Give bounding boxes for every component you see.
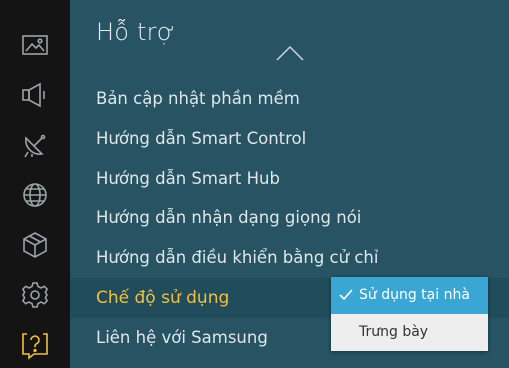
option-store-demo[interactable]: Trưng bày <box>331 314 488 351</box>
option-label: Sử dụng tại nhà <box>359 287 470 303</box>
menu-item-smart-control-guide[interactable]: Hướng dẫn Smart Control <box>96 119 509 159</box>
check-icon <box>339 289 353 301</box>
page-title: Hỗ trợ <box>96 18 176 46</box>
usage-mode-popup: Sử dụng tại nhà Trưng bày <box>331 277 488 351</box>
menu-item-voice-recognition-guide[interactable]: Hướng dẫn nhận dạng giọng nói <box>96 198 509 238</box>
option-home-use[interactable]: Sử dụng tại nhà <box>331 277 488 314</box>
broadcast-icon[interactable] <box>15 125 55 165</box>
menu-item-smart-hub-guide[interactable]: Hướng dẫn Smart Hub <box>96 159 509 199</box>
sound-icon[interactable] <box>15 75 55 115</box>
chevron-up-icon[interactable] <box>275 44 305 62</box>
menu-item-software-update[interactable]: Bản cập nhật phần mềm <box>96 79 509 119</box>
settings-icon[interactable] <box>15 275 55 315</box>
system-icon[interactable] <box>15 225 55 265</box>
sidebar <box>0 0 70 368</box>
menu-item-motion-control-guide[interactable]: Hướng dẫn điều khiển bằng cử chỉ <box>96 238 509 278</box>
support-icon[interactable] <box>15 325 55 365</box>
picture-icon[interactable] <box>15 25 55 65</box>
option-label: Trưng bày <box>359 324 429 340</box>
network-icon[interactable] <box>15 175 55 215</box>
